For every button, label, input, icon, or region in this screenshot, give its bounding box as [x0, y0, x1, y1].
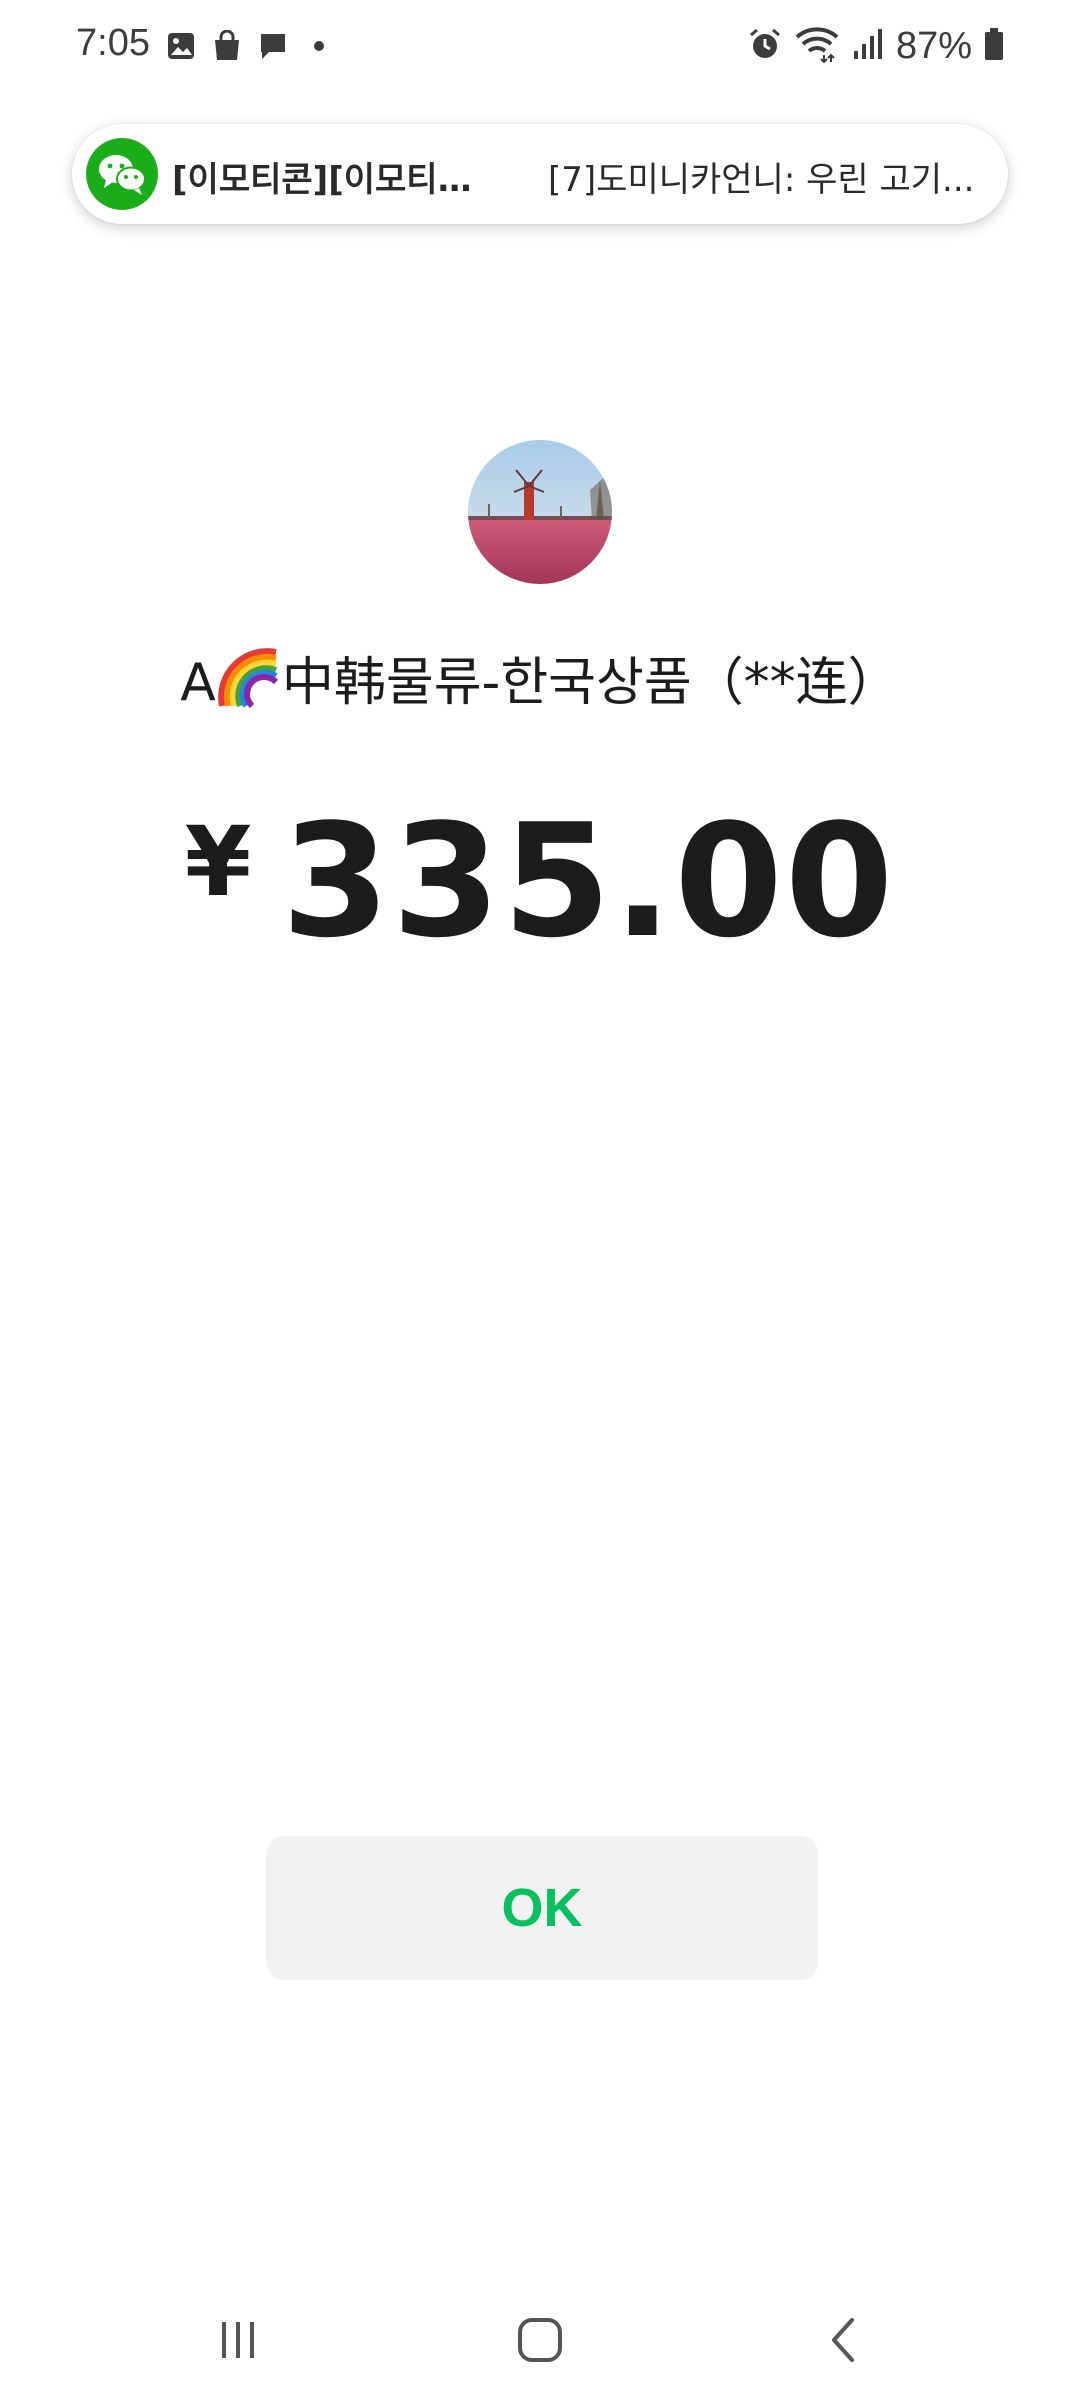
rainbow-icon — [218, 648, 280, 710]
notification-pill[interactable]: [이모티콘][이모티콘]... [7]도미니카언니: 우린 고기... — [72, 124, 1008, 224]
dot-icon — [304, 31, 334, 61]
avatar — [468, 440, 612, 584]
notification-body: [7]도미니카언니: 우린 고기... — [548, 160, 975, 200]
navigation-bar — [0, 2280, 1080, 2400]
shopping-bag-icon — [212, 30, 242, 62]
recent-apps-icon[interactable] — [178, 2300, 298, 2380]
back-icon[interactable] — [784, 2300, 904, 2380]
chat-bubble-icon — [258, 31, 288, 61]
status-system-icons: 87% — [748, 22, 1004, 70]
home-icon[interactable] — [480, 2300, 600, 2380]
signal-icon — [852, 27, 884, 65]
battery-icon — [984, 27, 1004, 65]
payee-name-prefix: A — [180, 653, 216, 713]
amount-value: 335.00 — [281, 790, 896, 972]
notification-title: [이모티콘][이모티콘]... — [172, 160, 502, 200]
payee-name: A 中韩물류-한국상품（**连） — [0, 640, 1080, 715]
wifi-icon — [794, 25, 840, 67]
battery-percent: 87% — [895, 24, 972, 67]
currency-symbol: ¥ — [184, 806, 252, 918]
alarm-icon — [748, 27, 782, 65]
status-notification-icons — [166, 28, 334, 64]
image-icon — [166, 31, 196, 61]
wechat-icon — [86, 138, 158, 210]
payee-name-suffix: 中韩물류-한국상품（**连） — [281, 653, 900, 713]
status-time: 7:05 — [76, 22, 150, 64]
status-bar: 7:05 87% — [0, 0, 1080, 92]
payment-amount: ¥335.00 — [0, 790, 1080, 972]
ok-button[interactable]: OK — [266, 1836, 818, 1980]
